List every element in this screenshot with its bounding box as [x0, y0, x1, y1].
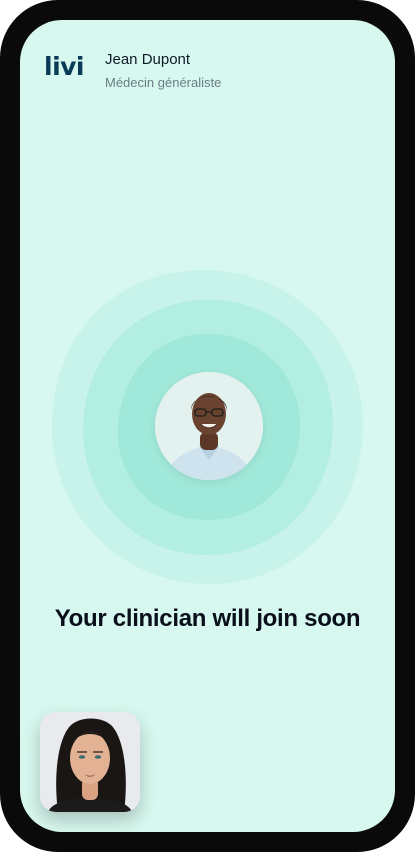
- waiting-status-text: Your clinician will join soon: [54, 605, 361, 632]
- call-header: livi Jean Dupont Médecin généraliste: [20, 20, 395, 110]
- clinician-avatar: [155, 372, 263, 480]
- livi-logo: livi: [44, 52, 85, 81]
- self-view-camera[interactable]: [40, 712, 140, 812]
- phone-frame: livi Jean Dupont Médecin généraliste You…: [0, 0, 415, 852]
- call-screen: livi Jean Dupont Médecin généraliste You…: [20, 20, 395, 832]
- doctor-name: Jean Dupont: [105, 51, 191, 68]
- doctor-role: Médecin généraliste: [105, 75, 222, 90]
